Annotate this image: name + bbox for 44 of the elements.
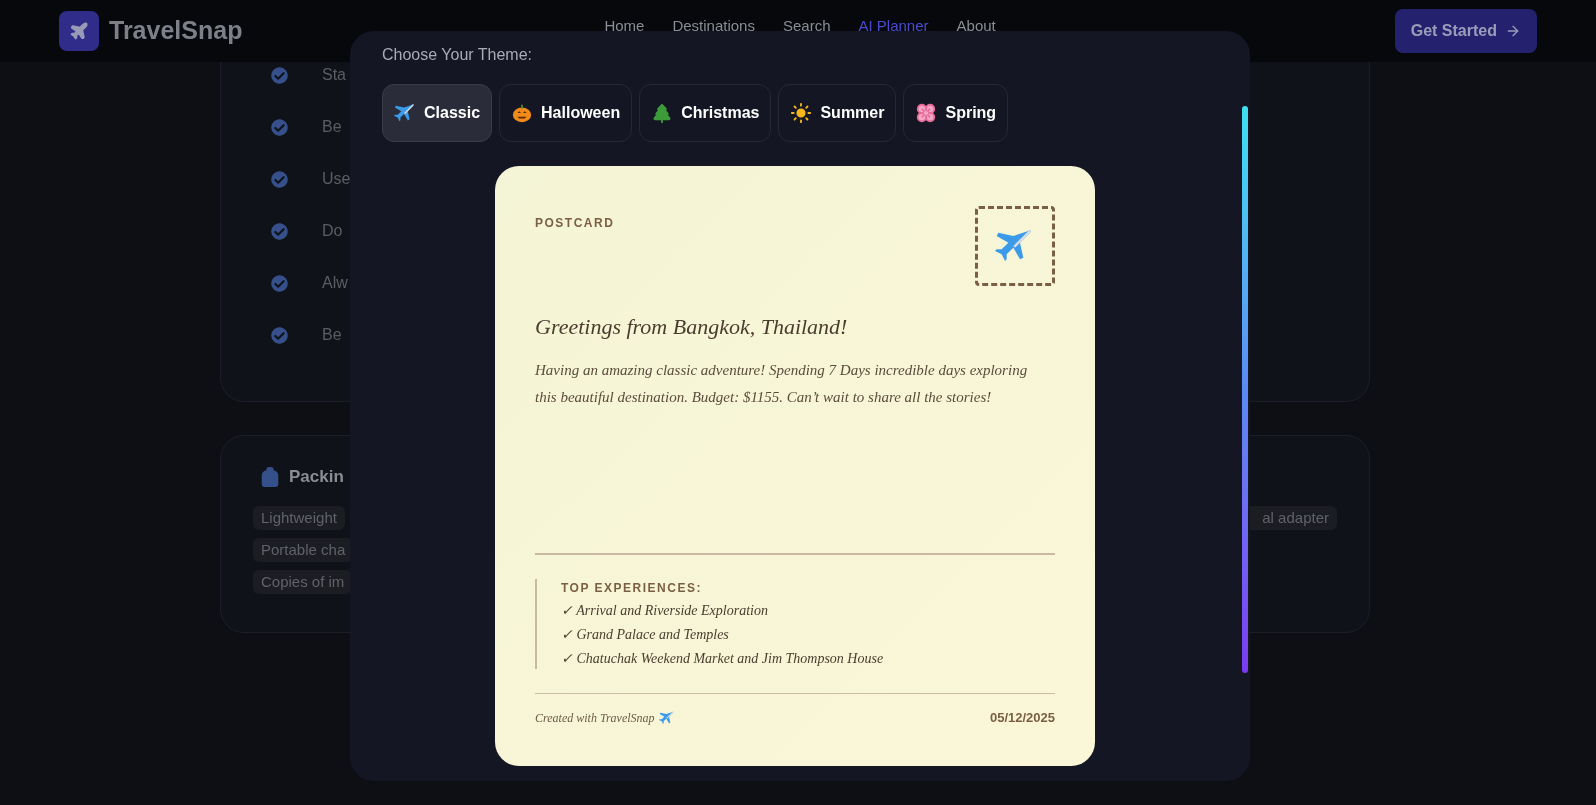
experience-item: ✓ Chatuchak Weekend Market and Jim Thompson House bbox=[561, 650, 885, 668]
theme-tab[interactable]: Christmas bbox=[639, 84, 772, 142]
flower-icon bbox=[915, 102, 938, 124]
nav-link[interactable]: Search bbox=[782, 16, 831, 34]
tip-text: Do bbox=[322, 221, 343, 241]
airplane-icon bbox=[658, 710, 675, 726]
dialog-title: Choose Your Theme: bbox=[382, 45, 534, 65]
theme-tab[interactable]: Spring bbox=[903, 84, 1009, 142]
experience-item: ✓ Arrival and Riverside Exploration bbox=[561, 602, 769, 620]
theme-tab[interactable]: Classic bbox=[382, 84, 493, 142]
airplane-icon bbox=[394, 102, 416, 124]
tip-text: Sta bbox=[322, 65, 346, 85]
packing-tag: Copies of im bbox=[253, 569, 353, 594]
experiences-title: TOP EXPERIENCES: bbox=[561, 580, 703, 597]
logo-icon bbox=[59, 11, 99, 51]
nav-link[interactable]: Destinations bbox=[672, 16, 755, 34]
arrow-right-icon bbox=[1505, 23, 1521, 39]
theme-tab[interactable]: Summer bbox=[778, 84, 897, 142]
tip-text: Use bbox=[322, 169, 351, 189]
nav-link[interactable]: About bbox=[956, 16, 996, 34]
experience-item: ✓ Grand Palace and Temples bbox=[561, 626, 730, 644]
postcard-footer: Created with TravelSnap bbox=[535, 709, 655, 727]
tip-text: Be bbox=[322, 325, 342, 345]
sun-icon bbox=[790, 102, 813, 124]
check-icon bbox=[271, 170, 288, 188]
packing-title: Packin bbox=[289, 466, 344, 488]
check-icon bbox=[271, 326, 288, 344]
postcard-label: POSTCARD bbox=[535, 215, 615, 232]
get-started-button[interactable]: Get Started bbox=[1394, 9, 1537, 53]
postcard-message: Having an amazing classic adventure! Spending 7 Days incredible days exploring this beautiful destination. Budget: $1155. Can’t wait to share all the stories! bbox=[535, 361, 1029, 407]
theme-tab[interactable]: Halloween bbox=[499, 84, 633, 142]
postcard-greeting: Greetings from Bangkok, Thailand! bbox=[535, 313, 849, 341]
scrollbar[interactable] bbox=[1242, 106, 1248, 673]
check-icon bbox=[271, 274, 288, 292]
pumpkin-icon bbox=[511, 102, 534, 124]
tip-text: Alw bbox=[322, 273, 348, 293]
logo-text: TravelSnap bbox=[109, 15, 243, 47]
backpack-icon bbox=[259, 465, 281, 488]
postcard-date: 05/12/2025 bbox=[989, 709, 1055, 728]
packing-tag: Lightweight bbox=[253, 505, 345, 530]
tip-text: Be bbox=[322, 117, 342, 137]
check-icon bbox=[271, 66, 288, 84]
check-icon bbox=[271, 118, 288, 136]
check-icon bbox=[271, 222, 288, 240]
